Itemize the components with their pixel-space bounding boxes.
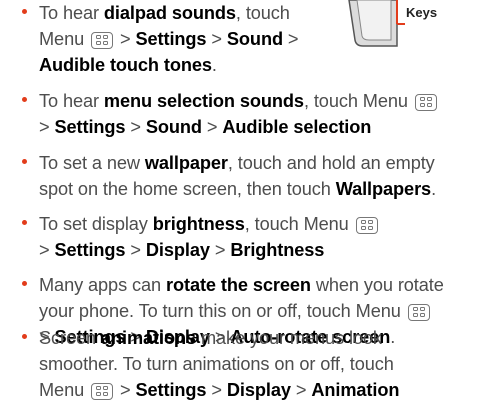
text-run: . — [211, 55, 217, 75]
text-run: Many apps can — [39, 275, 166, 295]
text-run: , touch Menu — [303, 91, 413, 111]
text-run: To set a new — [39, 153, 145, 173]
line: To hear dialpad sounds, touch — [39, 0, 290, 26]
menu-key-icon — [407, 304, 430, 321]
bold-term: brightness — [152, 214, 245, 234]
bold-term: Settings — [54, 117, 126, 137]
line: your phone. To turn this on or off, touc… — [39, 298, 432, 324]
text-run: > — [39, 240, 55, 260]
text-run: > — [206, 380, 227, 400]
bullet-icon — [22, 9, 27, 14]
menu-key-icon — [414, 94, 437, 111]
keys-callout-label: Keys — [406, 5, 438, 20]
bold-term: Settings — [135, 29, 207, 49]
text-run: your phone. To turn this on or off, touc… — [39, 301, 406, 321]
text-run: > — [125, 240, 146, 260]
text-run: To set display — [39, 214, 153, 234]
bold-term: Brightness — [230, 240, 325, 260]
menu-key-icon — [91, 383, 114, 400]
line: Menu > Settings > Sound > — [39, 26, 299, 52]
text-run: > — [282, 29, 299, 49]
bold-term: wallpaper — [144, 153, 228, 173]
line: To hear menu selection sounds, touch Men… — [39, 88, 439, 114]
bullet-icon — [22, 281, 27, 286]
bold-term: rotate the screen — [166, 275, 311, 295]
bold-term: Audible touch tones — [39, 55, 212, 75]
text-run: . — [431, 179, 437, 199]
bullet-icon — [22, 159, 27, 164]
text-run: Screen — [39, 328, 101, 348]
bold-term: menu selection sounds — [103, 91, 304, 111]
text-run: > — [115, 380, 136, 400]
bold-term: Settings — [135, 380, 207, 400]
bold-term: Animation — [311, 380, 400, 400]
line: > Settings > Display > Brightness — [39, 237, 324, 263]
text-run: smoother. To turn animations on or off, … — [39, 354, 394, 374]
bold-term: Display — [226, 380, 291, 400]
text-run: , touch and hold an empty — [227, 153, 435, 173]
text-run: > — [125, 117, 146, 137]
line: smoother. To turn animations on or off, … — [39, 351, 394, 377]
line: To set display brightness, touch Menu — [39, 211, 380, 237]
line: Many apps can rotate the screen when you… — [39, 272, 444, 298]
bold-term: dialpad sounds — [103, 3, 236, 23]
text-run: > — [206, 29, 227, 49]
text-run: To hear — [39, 3, 104, 23]
bold-term: Settings — [54, 240, 126, 260]
bold-term: Display — [145, 240, 210, 260]
line: To set a new wallpaper, touch and hold a… — [39, 150, 435, 176]
bullet-icon — [22, 97, 27, 102]
menu-key-icon — [91, 32, 114, 49]
text-run: > — [201, 117, 223, 137]
text-run: make your menus look — [196, 328, 382, 348]
line: Screen animations make your menus look — [39, 325, 382, 351]
text-run: when you rotate — [310, 275, 444, 295]
text-run: , touch — [235, 3, 290, 23]
bold-term: Sound — [226, 29, 283, 49]
text-run: > — [39, 117, 55, 137]
text-run: spot on the home screen, then touch — [39, 179, 336, 199]
text-run: > — [209, 240, 231, 260]
text-run: . — [390, 327, 396, 347]
line: > Settings > Sound > Audible selection — [39, 114, 371, 140]
menu-key-icon — [355, 217, 378, 234]
bullet-icon — [22, 334, 27, 339]
bold-term: Wallpapers — [335, 179, 432, 199]
text-run: Menu — [39, 29, 90, 49]
bold-term: Audible selection — [222, 117, 372, 137]
line: Audible touch tones. — [39, 52, 217, 78]
text-run: Menu — [39, 380, 90, 400]
text-run: To hear — [39, 91, 104, 111]
bullet-icon — [22, 220, 27, 225]
line: Menu > Settings > Display > Animation — [39, 377, 399, 403]
text-run: > — [290, 380, 312, 400]
bold-term: animations — [100, 328, 196, 348]
text-run: > — [115, 29, 136, 49]
bold-term: Sound — [145, 117, 202, 137]
line: spot on the home screen, then touch Wall… — [39, 176, 436, 202]
text-run: , touch Menu — [244, 214, 354, 234]
